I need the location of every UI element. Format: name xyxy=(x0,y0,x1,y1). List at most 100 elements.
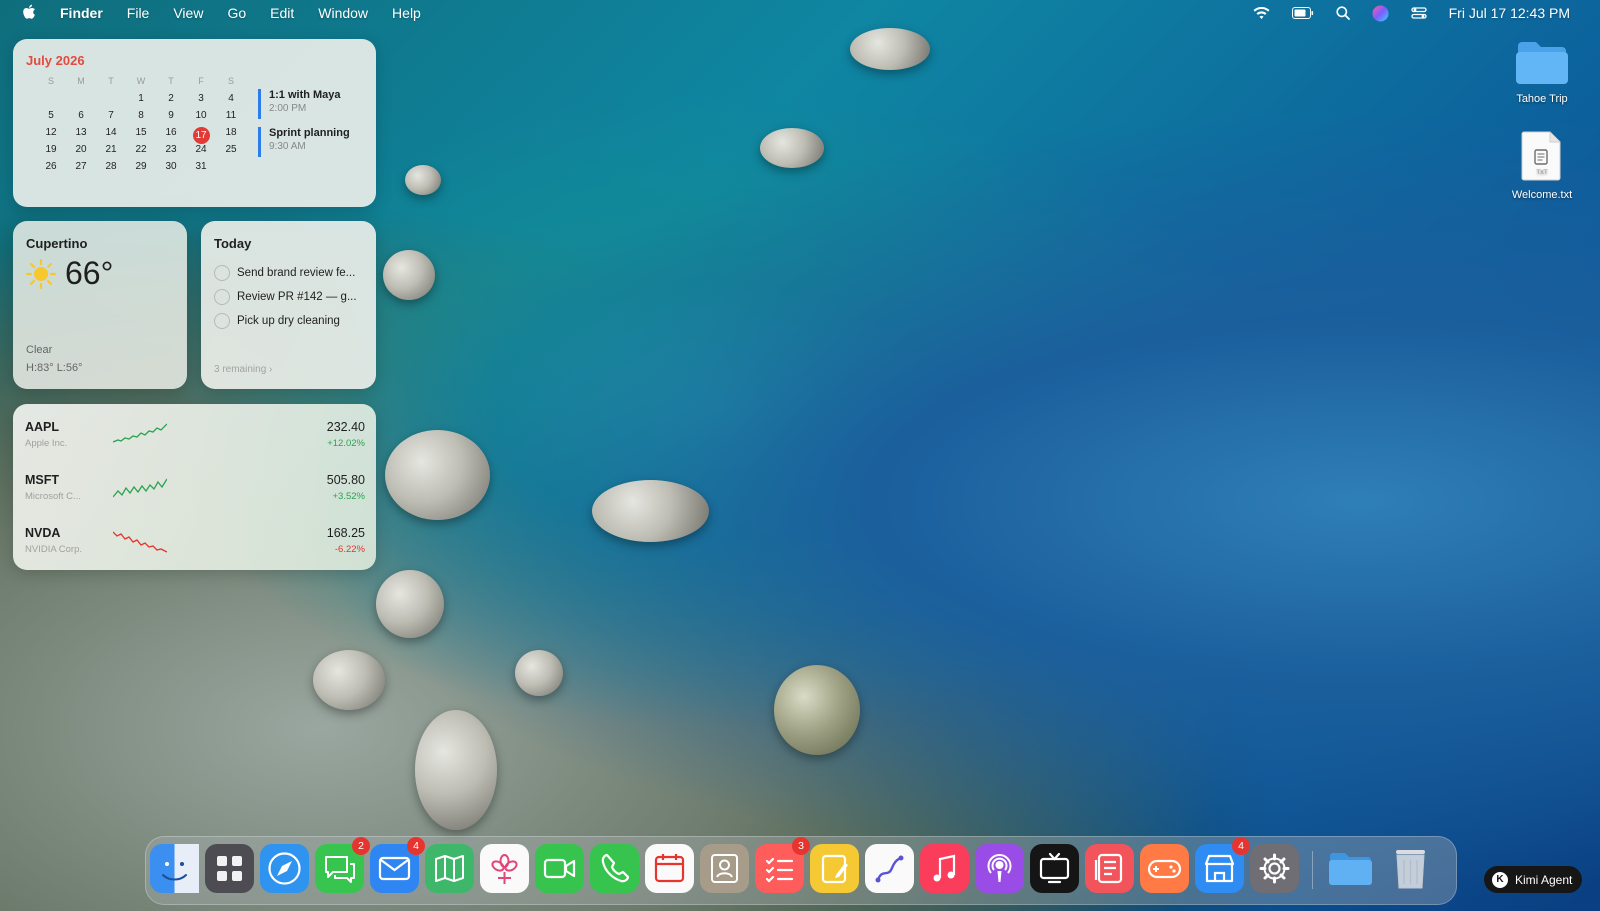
calendar-day[interactable]: 24 xyxy=(186,144,216,161)
apple-menu-icon[interactable] xyxy=(22,4,36,23)
weather-widget[interactable]: Cupertino 66° Clear H:83° L:56° xyxy=(13,221,187,389)
dock-facetime[interactable] xyxy=(535,844,584,893)
calendar-widget[interactable]: July 2026 S M T W T F S 1 2 3 4 5 6 7 8 9 10 11 12 13 14 15 16… xyxy=(13,39,376,207)
menu-window[interactable]: Window xyxy=(318,5,368,21)
calendar-day[interactable]: 9 xyxy=(156,110,186,127)
desktop-file-welcome[interactable]: TXT Welcome.txt xyxy=(1497,130,1587,201)
calendar-day[interactable]: 29 xyxy=(126,161,156,178)
dock-system-settings[interactable] xyxy=(1250,844,1299,893)
calendar-day[interactable]: 23 xyxy=(156,144,186,161)
dock-app-store[interactable]: 4 xyxy=(1195,837,1250,893)
reminder-label: Review PR #142 — g... xyxy=(237,291,357,303)
calendar-day[interactable]: 22 xyxy=(126,144,156,161)
reminder-label: Pick up dry cleaning xyxy=(237,315,340,327)
calendar-day[interactable]: 21 xyxy=(96,144,126,161)
stock-name: Microsoft C... xyxy=(25,491,81,502)
reminder-checkbox[interactable] xyxy=(214,289,230,305)
calendar-day[interactable]: 6 xyxy=(66,110,96,127)
reminders-title: Today xyxy=(214,236,252,251)
calendar-day[interactable]: 20 xyxy=(66,144,96,161)
dock-contacts[interactable] xyxy=(700,844,749,893)
stock-sparkline xyxy=(113,423,167,443)
calendar-day[interactable]: 12 xyxy=(36,127,66,144)
dock-freeform[interactable] xyxy=(865,844,914,893)
calendar-day[interactable]: 8 xyxy=(126,110,156,127)
calendar-day[interactable]: 18 xyxy=(216,127,246,144)
calendar-day[interactable]: 31 xyxy=(186,161,216,178)
dock-maps[interactable] xyxy=(425,844,474,893)
dock-launchpad[interactable] xyxy=(205,844,254,893)
calendar-day xyxy=(66,93,96,110)
calendar-day[interactable]: 2 xyxy=(156,93,186,110)
dock-downloads-folder[interactable] xyxy=(1326,844,1375,893)
dock-news[interactable] xyxy=(1085,844,1134,893)
folder-icon xyxy=(1329,853,1372,885)
dock-photos[interactable] xyxy=(480,844,529,893)
reminder-checkbox[interactable] xyxy=(214,265,230,281)
stock-price: 505.80 xyxy=(326,473,365,487)
menu-go[interactable]: Go xyxy=(227,5,246,21)
calendar-event[interactable]: Sprint planning 9:30 AM xyxy=(258,127,350,157)
menu-view[interactable]: View xyxy=(173,5,203,21)
menu-edit[interactable]: Edit xyxy=(270,5,294,21)
dock-arcade[interactable] xyxy=(1140,844,1189,893)
calendar-day[interactable]: 11 xyxy=(216,110,246,127)
calendar-day[interactable]: 25 xyxy=(216,144,246,161)
podcasts-icon xyxy=(975,844,1024,893)
dock-music[interactable] xyxy=(920,844,969,893)
dock-phone[interactable] xyxy=(590,844,639,893)
calendar-day[interactable]: 19 xyxy=(36,144,66,161)
calendar-day[interactable]: 26 xyxy=(36,161,66,178)
calendar-day[interactable]: 4 xyxy=(216,93,246,110)
dock-notes[interactable] xyxy=(810,844,859,893)
stock-row[interactable]: MSFT Microsoft C... 505.80 +3.52% xyxy=(25,473,365,513)
calendar-day[interactable]: 3 xyxy=(186,93,216,110)
calendar-day[interactable]: 13 xyxy=(66,127,96,144)
calendar-day[interactable]: 27 xyxy=(66,161,96,178)
stocks-widget[interactable]: AAPL Apple Inc. 232.40 +12.02% MSFT Micr… xyxy=(13,404,376,570)
calendar-day[interactable]: 28 xyxy=(96,161,126,178)
stock-row[interactable]: AAPL Apple Inc. 232.40 +12.02% xyxy=(25,420,365,460)
calendar-day[interactable]: 10 xyxy=(186,110,216,127)
calendar-day[interactable]: 16 xyxy=(156,127,186,144)
search-icon[interactable] xyxy=(1336,6,1350,20)
calendar-day[interactable]: 7 xyxy=(96,110,126,127)
menu-help[interactable]: Help xyxy=(392,5,421,21)
calendar-day[interactable]: 17 xyxy=(186,127,216,144)
calendar-weekday: S xyxy=(227,76,234,86)
menu-clock[interactable]: Fri Jul 17 12:43 PM xyxy=(1449,5,1570,21)
kimi-agent-button[interactable]: K Kimi Agent xyxy=(1484,866,1582,893)
calendar-day[interactable]: 14 xyxy=(96,127,126,144)
dock-messages[interactable]: 2 xyxy=(315,837,370,893)
dock-trash[interactable] xyxy=(1386,844,1435,893)
battery-icon[interactable] xyxy=(1291,7,1314,19)
stock-row[interactable]: NVDA NVIDIA Corp. 168.25 -6.22% xyxy=(25,526,365,566)
menu-file[interactable]: File xyxy=(127,5,150,21)
dock-reminders[interactable]: 3 xyxy=(755,837,810,893)
dock-safari[interactable] xyxy=(260,844,309,893)
dock-calendar[interactable] xyxy=(645,844,694,893)
menu-bar: Finder File View Go Edit Window Help Fri… xyxy=(0,0,1600,26)
wifi-icon[interactable] xyxy=(1253,6,1270,20)
freeform-icon xyxy=(865,844,914,893)
calendar-day[interactable]: 1 xyxy=(126,93,156,110)
calendar-day[interactable]: 15 xyxy=(126,127,156,144)
dock-mail[interactable]: 4 xyxy=(370,837,425,893)
calendar-event[interactable]: 1:1 with Maya 2:00 PM xyxy=(258,89,350,119)
desktop-folder-tahoe-trip[interactable]: Tahoe Trip xyxy=(1497,40,1587,105)
reminders-remaining-link[interactable]: 3 remaining › xyxy=(214,364,272,375)
calendar-day[interactable]: 30 xyxy=(156,161,186,178)
menu-app-name[interactable]: Finder xyxy=(60,5,103,21)
reminders-widget[interactable]: Today Send brand review fe... Review PR … xyxy=(201,221,376,389)
siri-icon[interactable] xyxy=(1372,5,1389,22)
reminder-checkbox[interactable] xyxy=(214,313,230,329)
messages-badge: 2 xyxy=(352,837,370,855)
dock-tv[interactable] xyxy=(1030,844,1079,893)
dock-finder[interactable] xyxy=(150,844,199,893)
dock-podcasts[interactable] xyxy=(975,844,1024,893)
control-center-icon[interactable] xyxy=(1410,6,1427,20)
calendar-day[interactable]: 5 xyxy=(36,110,66,127)
event-title: Sprint planning xyxy=(269,127,350,139)
calendar-icon xyxy=(645,844,694,893)
maps-icon xyxy=(425,844,474,893)
